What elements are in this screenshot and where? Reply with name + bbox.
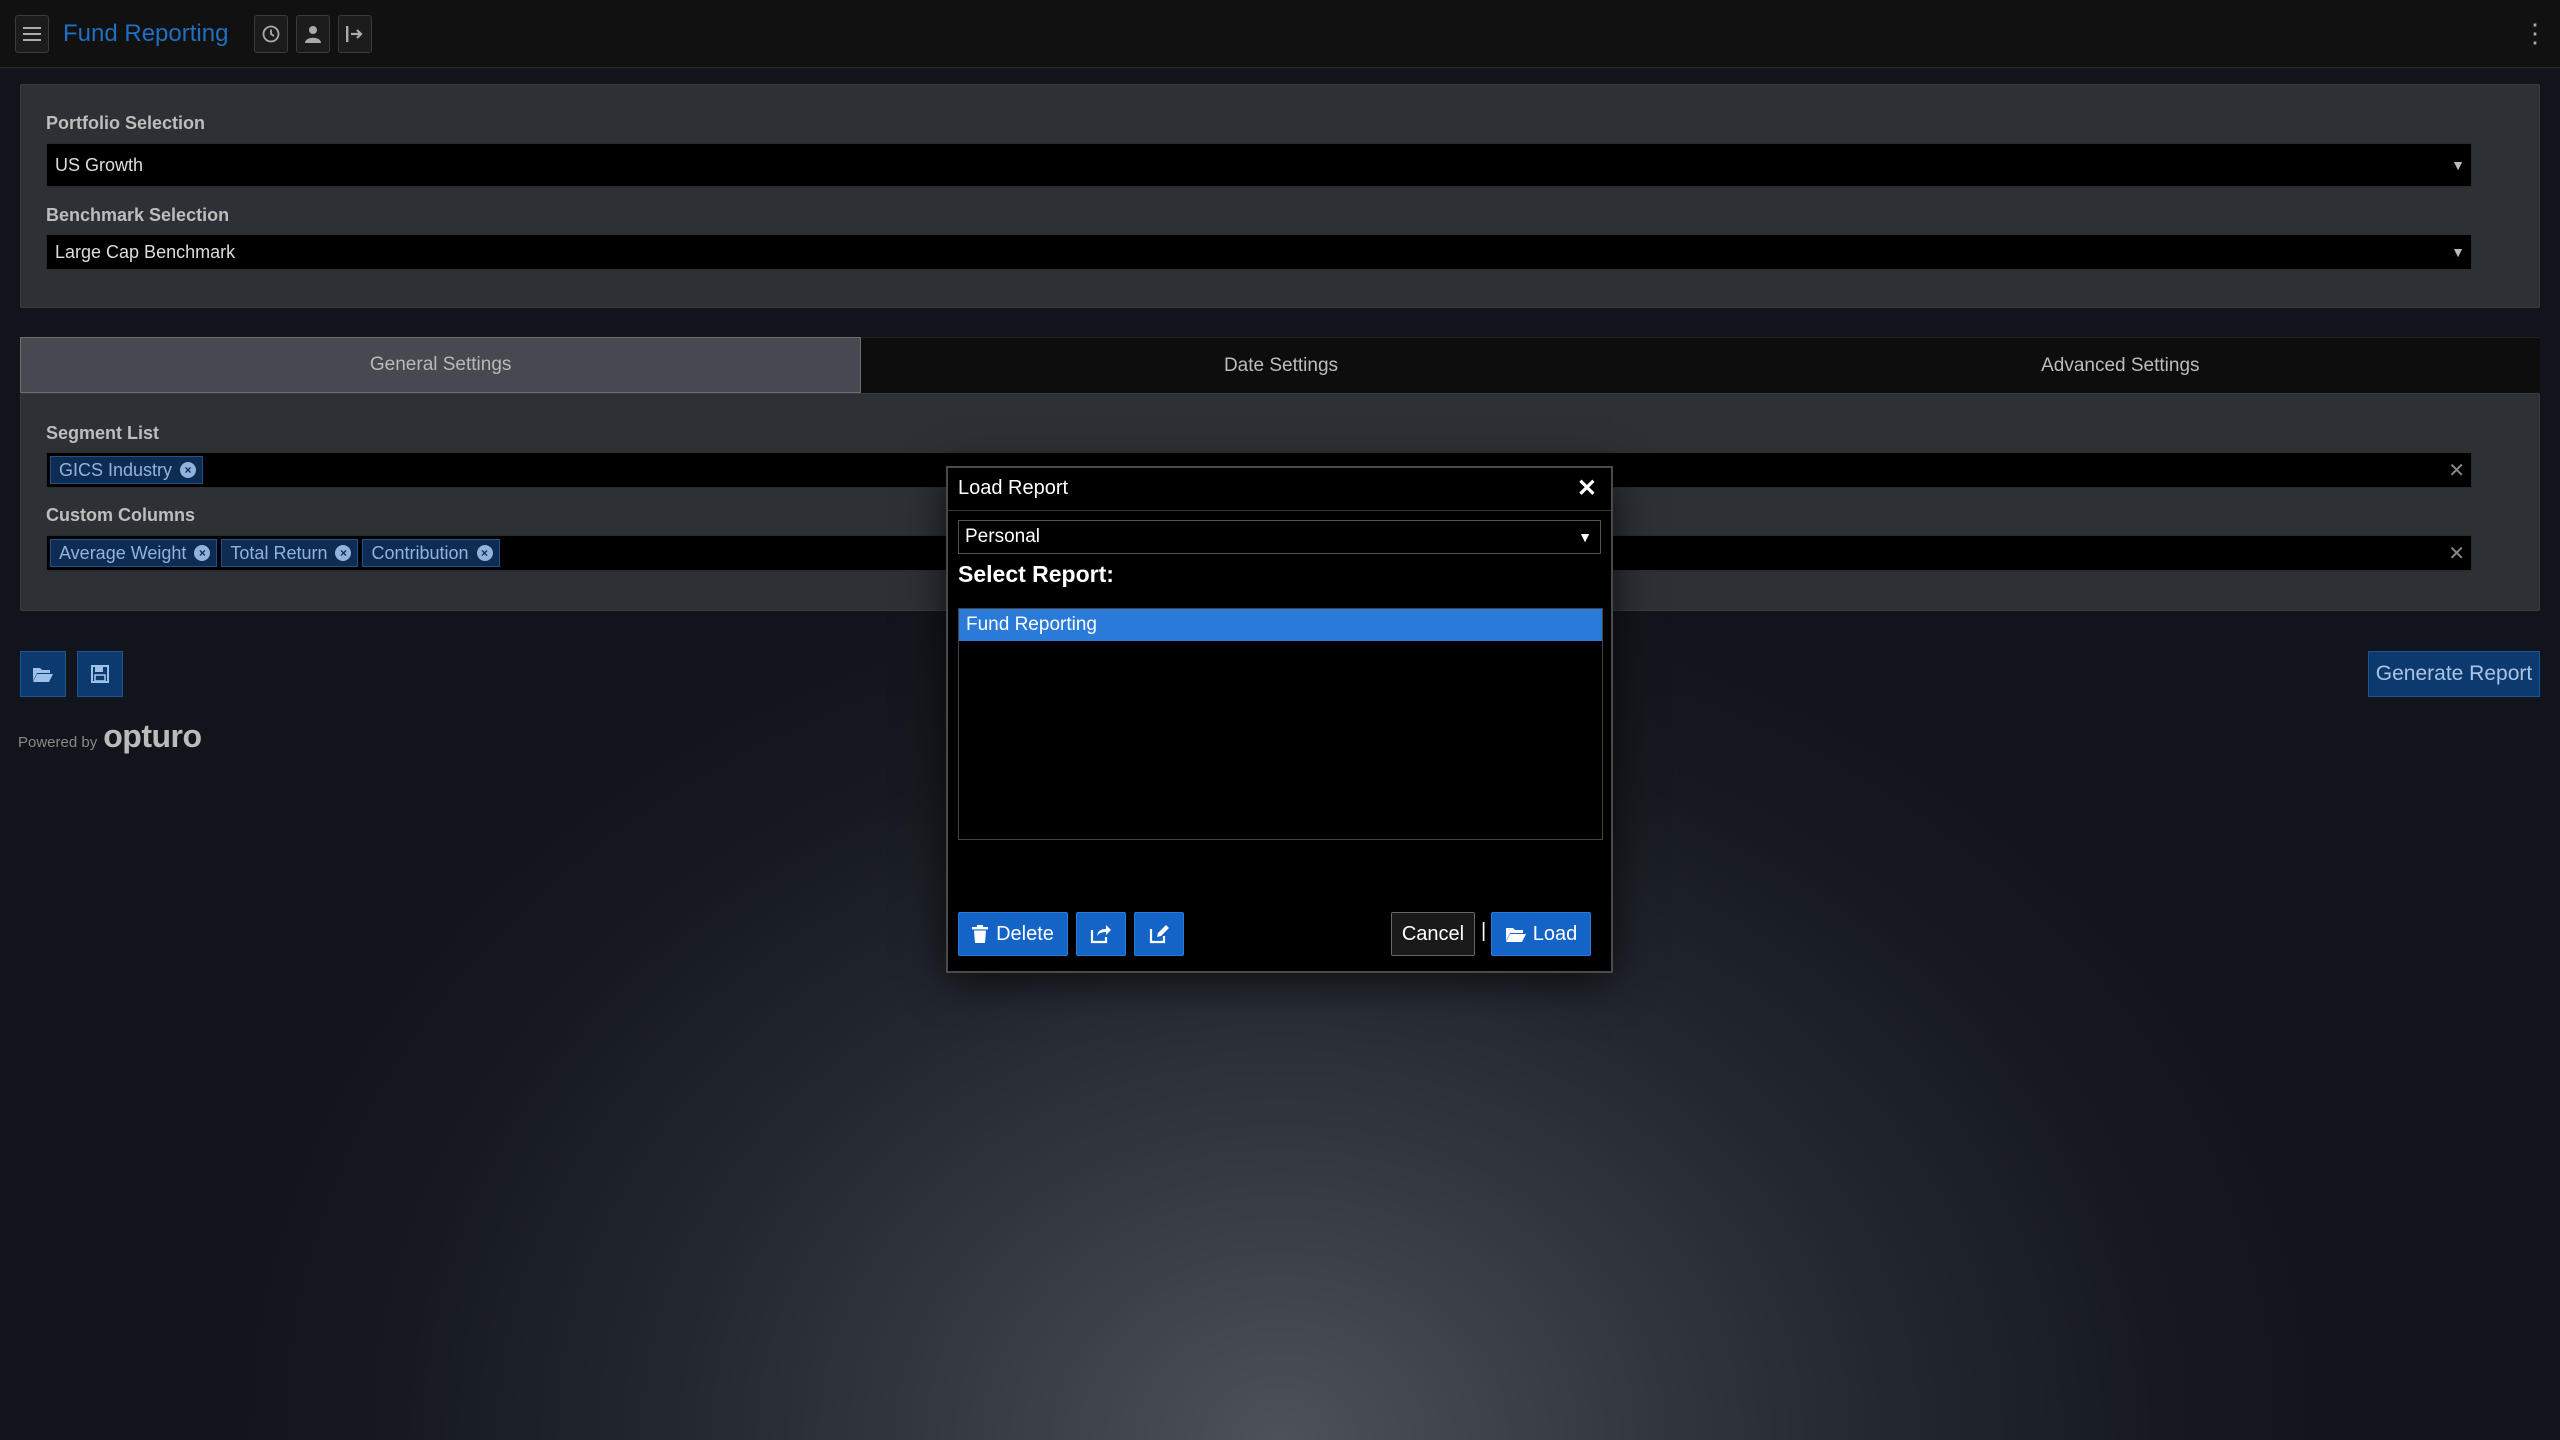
user-button[interactable] [296, 14, 331, 53]
clear-icon[interactable]: ✕ [2448, 458, 2465, 483]
tag-label: Total Return [230, 542, 328, 563]
remove-tag-icon[interactable]: × [180, 462, 197, 478]
tag-chip: GICS Industry × [50, 456, 204, 484]
delete-label: Delete [996, 922, 1054, 945]
folder-open-icon [33, 668, 53, 682]
segment-list-label: Segment List [46, 423, 160, 443]
list-item[interactable]: Fund Reporting [959, 609, 1602, 641]
share-icon [1090, 925, 1111, 944]
button-separator: | [1481, 920, 1487, 942]
powered-by: Powered by opturo [18, 718, 202, 755]
benchmark-label: Benchmark Selection [46, 205, 230, 225]
load-label: Load [1532, 922, 1578, 945]
chevron-down-icon: ▼ [1578, 529, 1592, 545]
powered-by-text: Powered by [18, 734, 98, 751]
portfolio-select[interactable]: US Growth ▼ [46, 143, 2472, 187]
top-bar: Fund Reporting ⋮ [0, 0, 2560, 68]
delete-button[interactable]: Delete [958, 912, 1068, 956]
logout-button[interactable] [338, 14, 373, 53]
settings-tabs: General Settings Date Settings Advanced … [20, 337, 2540, 393]
remove-tag-icon[interactable]: × [194, 545, 211, 561]
tab-date-settings[interactable]: Date Settings [861, 337, 1701, 393]
history-icon [263, 25, 280, 42]
report-scope-value: Personal [965, 526, 1040, 547]
save-icon [91, 665, 109, 683]
load-report-dialog: Load Report ✕ Personal ▼ Select Report: … [946, 466, 1613, 973]
user-icon [305, 25, 322, 43]
menu-icon [23, 26, 41, 41]
tag-chip: Average Weight × [50, 539, 218, 567]
generate-report-button[interactable]: Generate Report [2368, 651, 2540, 697]
tag-chip: Contribution × [362, 539, 500, 567]
save-button[interactable] [77, 651, 123, 697]
tag-label: Average Weight [59, 542, 187, 563]
history-button[interactable] [254, 14, 289, 53]
close-icon[interactable]: ✕ [1577, 474, 1597, 503]
portfolio-value: US Growth [55, 154, 144, 175]
chevron-down-icon: ▼ [2451, 244, 2465, 260]
dialog-title: Load Report [958, 477, 1069, 499]
benchmark-value: Large Cap Benchmark [55, 241, 236, 262]
tag-label: GICS Industry [59, 459, 173, 480]
divider [948, 510, 1611, 511]
select-report-label: Select Report: [958, 561, 1114, 587]
edit-icon [1149, 925, 1169, 944]
selection-panel [20, 84, 2540, 308]
menu-button[interactable] [15, 14, 49, 53]
report-scope-select[interactable]: Personal ▼ [958, 520, 1601, 554]
logout-icon [346, 25, 363, 42]
portfolio-label: Portfolio Selection [46, 113, 206, 133]
benchmark-select[interactable]: Large Cap Benchmark ▼ [46, 234, 2472, 270]
app-title: Fund Reporting [63, 19, 229, 47]
report-list[interactable]: Fund Reporting [958, 608, 1603, 840]
cancel-button[interactable]: Cancel [1391, 912, 1475, 956]
remove-tag-icon[interactable]: × [476, 545, 493, 561]
load-button[interactable]: Load [1491, 912, 1591, 956]
tab-advanced-settings[interactable]: Advanced Settings [1700, 337, 2540, 393]
chevron-down-icon: ▼ [2451, 157, 2465, 173]
share-button[interactable] [1076, 912, 1126, 956]
trash-icon [972, 925, 989, 943]
edit-button[interactable] [1134, 912, 1184, 956]
open-button[interactable] [20, 651, 66, 697]
clear-icon[interactable]: ✕ [2448, 541, 2465, 566]
tag-chip: Total Return × [221, 539, 359, 567]
custom-columns-label: Custom Columns [46, 505, 196, 525]
more-vertical-icon[interactable]: ⋮ [2522, 20, 2548, 46]
tag-label: Contribution [371, 542, 469, 563]
remove-tag-icon[interactable]: × [335, 545, 352, 561]
opturo-logo: opturo [103, 718, 202, 754]
folder-open-icon [1505, 928, 1526, 942]
tab-general-settings[interactable]: General Settings [20, 337, 862, 393]
